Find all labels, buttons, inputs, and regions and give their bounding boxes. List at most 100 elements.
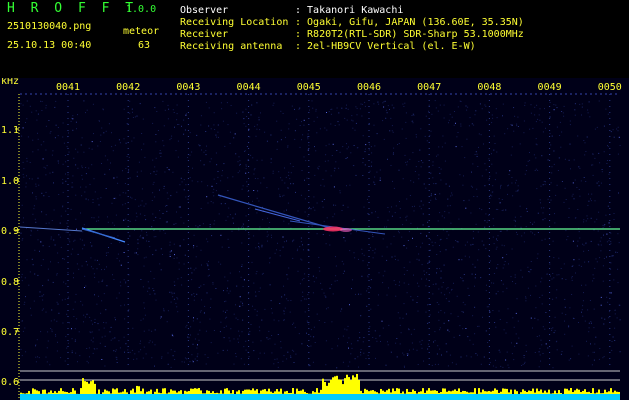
noise-speck [211,235,213,237]
noise-speck [235,317,237,319]
noise-speck [105,252,107,254]
noise-speck [242,111,244,113]
noise-speck [480,134,482,136]
noise-speck [141,133,143,134]
noise-speck [98,216,100,218]
noise-speck [60,357,62,359]
noise-speck [43,166,45,168]
noise-speck [203,151,205,153]
level-bar [232,390,234,394]
level-bar [452,394,454,400]
level-bar [382,390,384,394]
level-bar [522,389,524,394]
noise-speck [393,280,395,282]
noise-speck [508,174,510,175]
level-bar [564,394,566,400]
noise-speck [606,296,608,298]
noise-speck [173,112,175,113]
noise-speck [42,158,44,160]
level-bar [218,393,220,394]
noise-speck [517,185,519,187]
noise-speck [298,108,300,110]
noise-speck [467,106,469,108]
noise-speck [236,112,238,114]
noise-speck [166,321,168,323]
noise-speck [386,259,388,261]
level-bar [122,391,124,394]
level-bar [140,394,142,400]
noise-speck [362,341,364,343]
level-bar [522,394,524,400]
noise-speck [441,215,443,217]
level-bar [362,393,364,394]
noise-speck [239,163,241,165]
noise-speck [613,136,615,138]
noise-speck [537,319,539,321]
level-bar [126,394,128,400]
level-bar [38,394,40,400]
level-bar [326,385,328,394]
noise-speck [563,201,565,203]
noise-speck [105,322,107,324]
level-bar [436,394,438,400]
noise-speck [145,353,147,355]
noise-speck [307,215,309,217]
level-bar [426,390,428,394]
noise-speck [286,358,288,360]
noise-speck [497,209,499,210]
noise-speck [491,195,493,197]
noise-speck [318,165,320,167]
noise-speck [237,319,239,321]
noise-speck [358,366,359,368]
noise-speck [35,110,37,112]
noise-speck [604,224,606,225]
noise-speck [568,159,570,161]
level-bar [492,390,494,394]
noise-speck [287,300,289,302]
noise-speck [541,239,543,241]
level-bar [94,394,96,400]
noise-speck [159,263,161,265]
noise-speck [544,328,546,330]
noise-speck [405,137,407,139]
noise-speck [89,356,90,358]
noise-speck [474,277,476,279]
noise-speck [412,348,414,350]
noise-speck [324,127,326,129]
noise-speck [138,351,140,353]
level-bar [290,392,292,394]
noise-speck [462,328,464,330]
noise-speck [119,260,120,262]
noise-speck [155,141,157,143]
noise-speck [244,151,245,152]
level-bar [336,394,338,400]
level-bar [110,394,112,400]
noise-speck [571,345,573,347]
noise-speck [337,345,339,347]
level-bar [240,394,242,400]
noise-speck [385,117,387,119]
level-bar [390,394,392,400]
noise-speck [200,208,202,209]
noise-speck [349,304,350,306]
noise-speck [434,100,436,102]
noise-speck [393,107,395,109]
noise-speck [193,269,195,271]
level-bar [478,388,480,394]
noise-speck [579,195,581,197]
noise-speck [541,121,543,123]
noise-speck [585,220,587,222]
noise-speck [21,239,23,241]
noise-speck [106,255,107,256]
level-bar [442,388,444,394]
noise-speck [220,203,222,205]
noise-speck [497,290,499,292]
noise-speck [111,202,113,204]
level-bar [582,394,584,400]
level-bar [328,382,330,394]
noise-speck [306,320,308,322]
level-bar [506,388,508,394]
noise-speck [190,267,192,269]
noise-speck [137,248,139,250]
noise-speck [110,326,112,328]
